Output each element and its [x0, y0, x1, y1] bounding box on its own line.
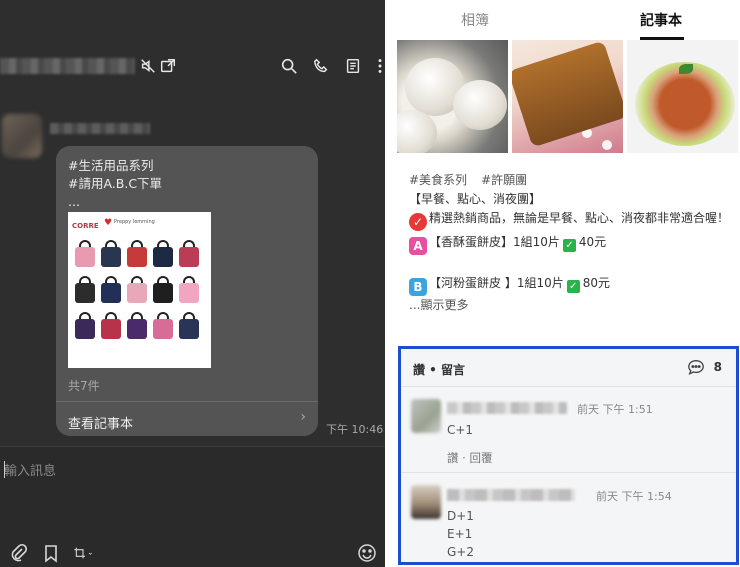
emoji-icon[interactable]: [357, 543, 377, 563]
bag-image: [100, 312, 122, 342]
commenter-avatar[interactable]: [411, 485, 441, 519]
show-more-link[interactable]: ...顯示更多: [409, 296, 729, 315]
bag-image: [126, 240, 148, 270]
crop-icon[interactable]: [73, 543, 103, 563]
note-pane: 相簿 記事本 #美食系列 #許願團 【早餐、點心、消夜團】 ✓ 精選熱銷商品，無論是…: [385, 0, 740, 567]
commenter-avatar[interactable]: [411, 399, 441, 433]
message-line: #請用A.B.C下單: [68, 176, 163, 191]
bag-image: [178, 276, 200, 306]
tab-notes[interactable]: 記事本: [640, 10, 682, 30]
chat-pane: #生活用品系列 #請用A.B.C下單 ... CORRE ♥ Preppy le…: [0, 0, 385, 567]
bag-image: [178, 312, 200, 342]
bag-image: [74, 312, 96, 342]
bag-image: [100, 276, 122, 306]
phone-icon[interactable]: [312, 57, 330, 75]
attach-icon[interactable]: [8, 543, 28, 563]
product-item-b: B 【河粉蛋餅皮 】1組10片 ✓ 80元: [409, 274, 729, 296]
photo-dumplings[interactable]: [397, 40, 508, 153]
hashtags: #美食系列 #許願團: [409, 171, 729, 190]
post-category: 【早餐、點心、消夜團】: [409, 192, 542, 206]
chevron-right-icon[interactable]: ›: [300, 409, 306, 425]
comment-item: 前天 下午 1:51 C+1 讚 · 回覆: [401, 387, 736, 472]
likes-comments-label[interactable]: 讚 • 留言: [413, 361, 465, 378]
comment-time: 前天 下午 1:54: [596, 490, 672, 503]
bag-grid: [74, 240, 206, 342]
tab-album[interactable]: 相簿: [461, 10, 489, 30]
comment-line: C+1: [447, 423, 474, 437]
photo-pasta[interactable]: [627, 40, 738, 153]
bag-image: [152, 240, 174, 270]
item-count: 共7件: [68, 379, 100, 393]
comment-time: 前天 下午 1:51: [577, 403, 653, 416]
comment-text: D+1 E+1 G+2: [447, 507, 474, 561]
message-line: #生活用品系列: [68, 158, 154, 173]
divider: [56, 401, 318, 402]
comment-count: 8: [713, 360, 722, 374]
comment-text: C+1: [447, 421, 473, 439]
bag-image: [152, 312, 174, 342]
bag-image: [126, 312, 148, 342]
more-icon[interactable]: [371, 57, 382, 75]
letter-b-icon: B: [409, 278, 427, 296]
product-item-a: A 【香酥蛋餅皮】1組10片 ✓ 40元: [409, 233, 729, 255]
view-note-link[interactable]: 查看記事本: [68, 413, 133, 432]
comment-line: G+2: [447, 545, 474, 559]
thumbnail-tagline: Preppy lemming: [114, 219, 155, 225]
bag-image: [126, 276, 148, 306]
message-text: #生活用品系列 #請用A.B.C下單 ...: [68, 157, 162, 211]
hashtag[interactable]: #美食系列: [409, 173, 467, 187]
bag-image: [152, 276, 174, 306]
comment-line: D+1: [447, 509, 474, 523]
product-thumbnail[interactable]: CORRE ♥ Preppy lemming: [68, 212, 211, 368]
comments-section: 讚 • 留言 8 前天 下午 1:51 C+1 讚 · 回覆 前天 下午 1:5…: [398, 346, 739, 565]
post-intro-text: 精選熱銷商品，無論是早餐、點心、消夜都非常適合喔！: [429, 211, 730, 225]
checkmark-icon: ✓: [566, 280, 580, 293]
hashtag[interactable]: #許願團: [481, 173, 527, 187]
bookmark-icon[interactable]: [41, 543, 61, 563]
popout-icon[interactable]: [159, 57, 177, 75]
tab-bar: 相簿 記事本: [385, 0, 740, 40]
message-bubble[interactable]: #生活用品系列 #請用A.B.C下單 ... CORRE ♥ Preppy le…: [56, 146, 318, 436]
product-price: 40元: [578, 235, 607, 249]
message-composer: [0, 447, 385, 567]
checkmark-icon: ✓: [562, 239, 576, 252]
chat-header: [0, 0, 385, 158]
post-body: #美食系列 #許願團 【早餐、點心、消夜團】 ✓ 精選熱銷商品，無論是早餐、點心、消…: [409, 171, 729, 315]
product-name: 【香酥蛋餅皮】1組10片: [429, 235, 560, 249]
chat-title-redacted: [0, 58, 135, 74]
bag-image: [100, 240, 122, 270]
message-input[interactable]: [4, 461, 374, 481]
sender-name-redacted: [50, 123, 150, 134]
product-name: 【河粉蛋餅皮 】1組10片: [429, 276, 564, 290]
comment-item: 前天 下午 1:54 D+1 E+1 G+2: [401, 473, 736, 565]
text-caret: [4, 461, 5, 478]
note-icon[interactable]: [344, 57, 362, 75]
letter-a-icon: A: [409, 237, 427, 255]
comments-header: 讚 • 留言 8: [401, 349, 736, 387]
photo-pancake[interactable]: [512, 40, 623, 153]
message-line: ...: [68, 194, 80, 209]
post-photos: [397, 40, 740, 153]
comment-line: E+1: [447, 527, 473, 541]
search-icon[interactable]: [280, 57, 298, 75]
comment-actions[interactable]: 讚 · 回覆: [447, 450, 492, 466]
commenter-name-redacted[interactable]: [447, 489, 575, 501]
sender-avatar[interactable]: [2, 114, 42, 158]
bag-image: [74, 276, 96, 306]
brand-logo: CORRE: [72, 222, 99, 230]
message-timestamp: 下午 10:46: [326, 423, 384, 436]
product-price: 80元: [582, 276, 611, 290]
comment-bubble-icon[interactable]: [687, 358, 705, 376]
mute-icon[interactable]: [139, 57, 157, 75]
commenter-name-redacted[interactable]: [447, 402, 567, 414]
bag-image: [74, 240, 96, 270]
bag-image: [178, 240, 200, 270]
heart-icon: ♥: [104, 218, 113, 228]
post-intro: ✓ 精選熱銷商品，無論是早餐、點心、消夜都非常適合喔！: [409, 209, 729, 231]
check-badge-icon: ✓: [409, 213, 427, 231]
